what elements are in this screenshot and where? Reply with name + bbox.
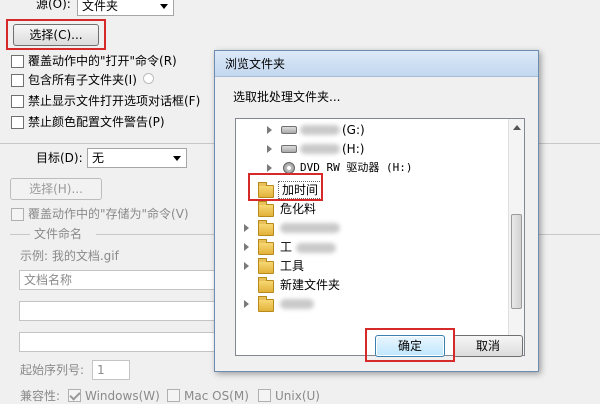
folder-icon xyxy=(258,239,274,255)
info-icon xyxy=(143,73,154,84)
scrollbar-thumb[interactable] xyxy=(511,214,522,309)
tree-item[interactable]: 危化料 xyxy=(236,200,508,218)
folder-icon xyxy=(258,220,274,236)
group-border xyxy=(10,234,30,235)
expand-arrow-icon[interactable] xyxy=(244,300,249,308)
expand-arrow-icon[interactable] xyxy=(244,262,249,270)
blurred-label xyxy=(296,243,336,253)
compat-mac-checkbox[interactable] xyxy=(167,389,180,402)
scroll-up-arrow-icon[interactable] xyxy=(513,125,521,130)
source-select[interactable]: 文件夹 xyxy=(77,0,174,16)
compat-windows-label: Windows(W) xyxy=(85,389,160,403)
compat-mac-label: Mac OS(M) xyxy=(184,389,249,403)
drive-icon xyxy=(281,126,297,134)
compat-windows-checkbox[interactable] xyxy=(68,389,81,402)
override-save-label: 覆盖动作中的"存储为"命令(V) xyxy=(28,207,189,221)
suppress-color-warning-label: 禁止颜色配置文件警告(P) xyxy=(28,115,165,129)
target-label: 目标(D): xyxy=(36,151,83,165)
file-naming-title: 文件命名 xyxy=(34,227,83,241)
folder-icon xyxy=(258,296,274,312)
compat-unix-label: Unix(U) xyxy=(275,389,320,403)
tree-item[interactable]: 工具 xyxy=(236,257,508,275)
dialog-prompt: 选取批处理文件夹... xyxy=(233,90,341,104)
target-select[interactable]: 无 xyxy=(87,148,187,168)
folder-icon xyxy=(258,258,274,274)
source-label: 源(O): xyxy=(36,0,71,11)
override-save-checkbox[interactable] xyxy=(11,208,24,221)
name-part-3-select[interactable] xyxy=(19,332,215,352)
start-serial-label: 起始序列号: xyxy=(20,363,85,377)
chevron-down-icon xyxy=(173,156,181,161)
expand-arrow-icon[interactable] xyxy=(267,164,272,172)
expand-arrow-icon[interactable] xyxy=(244,224,249,232)
compat-unix-checkbox[interactable] xyxy=(258,389,271,402)
choose-target-button[interactable]: 选择(H)... xyxy=(10,178,102,200)
tree-item-label: 工具 xyxy=(280,259,305,273)
tree-item-label: 工 xyxy=(280,240,293,254)
suppress-open-dialog-checkbox[interactable] xyxy=(11,95,24,108)
blurred-label xyxy=(280,223,340,233)
chevron-down-icon xyxy=(160,4,168,9)
name-part-2-select[interactable] xyxy=(19,301,215,321)
dialog-title-bar: 浏览文件夹 xyxy=(215,51,538,77)
section-divider xyxy=(539,143,600,144)
cancel-button[interactable]: 取消 xyxy=(453,335,523,357)
drive-icon xyxy=(281,145,297,153)
tree-item-label: 新建文件夹 xyxy=(280,278,341,292)
file-naming-example: 示例: 我的文档.gif xyxy=(20,249,119,263)
blurred-label xyxy=(300,125,340,135)
browse-folder-dialog: 浏览文件夹 选取批处理文件夹... (G:) (H:) DVD RW 驱动器 (… xyxy=(214,50,539,372)
group-border xyxy=(539,234,600,235)
expand-arrow-icon[interactable] xyxy=(267,145,272,153)
target-select-value: 无 xyxy=(92,151,105,165)
tree-item-label: 危化料 xyxy=(280,202,317,216)
expand-arrow-icon[interactable] xyxy=(244,243,249,251)
tree-item-label: (H:) xyxy=(342,142,365,156)
folder-icon xyxy=(258,201,274,217)
highlight-box xyxy=(365,328,455,362)
highlight-box xyxy=(6,19,106,50)
tree-item[interactable]: (G:) xyxy=(236,121,508,139)
tree-item[interactable] xyxy=(236,219,508,237)
override-open-label: 覆盖动作中的"打开"命令(R) xyxy=(28,54,177,68)
expand-arrow-icon[interactable] xyxy=(267,126,272,134)
tree-item-label: (G:) xyxy=(342,123,365,137)
tree-item[interactable]: (H:) xyxy=(236,140,508,158)
folder-icon xyxy=(258,277,274,293)
suppress-open-dialog-label: 禁止显示文件打开选项对话框(F) xyxy=(28,94,201,108)
compat-label: 兼容性: xyxy=(20,389,61,403)
source-select-value: 文件夹 xyxy=(82,0,119,13)
group-border xyxy=(96,234,214,235)
start-serial-value: 1 xyxy=(97,363,105,377)
suppress-color-warning-checkbox[interactable] xyxy=(11,116,24,129)
dialog-title: 浏览文件夹 xyxy=(225,57,286,71)
tree-item[interactable]: 工 xyxy=(236,238,508,256)
tree-scrollbar[interactable] xyxy=(508,119,524,355)
include-subfolders-label: 包含所有子文件夹(I) xyxy=(28,73,137,87)
blurred-label xyxy=(280,299,314,309)
include-subfolders-checkbox[interactable] xyxy=(11,74,24,87)
tree-item[interactable]: 新建文件夹 xyxy=(236,276,508,294)
override-open-checkbox[interactable] xyxy=(11,55,24,68)
folder-tree[interactable]: (G:) (H:) DVD RW 驱动器 (H:) 加时间 危化料 工 工具 新… xyxy=(235,118,525,356)
name-part-1-select[interactable]: 文档名称 xyxy=(19,270,215,290)
tree-item[interactable] xyxy=(236,295,508,313)
start-serial-input[interactable]: 1 xyxy=(92,360,130,380)
section-divider xyxy=(0,143,214,144)
highlight-box xyxy=(248,173,323,201)
name-part-1-value: 文档名称 xyxy=(24,273,73,287)
blurred-label xyxy=(300,144,340,154)
